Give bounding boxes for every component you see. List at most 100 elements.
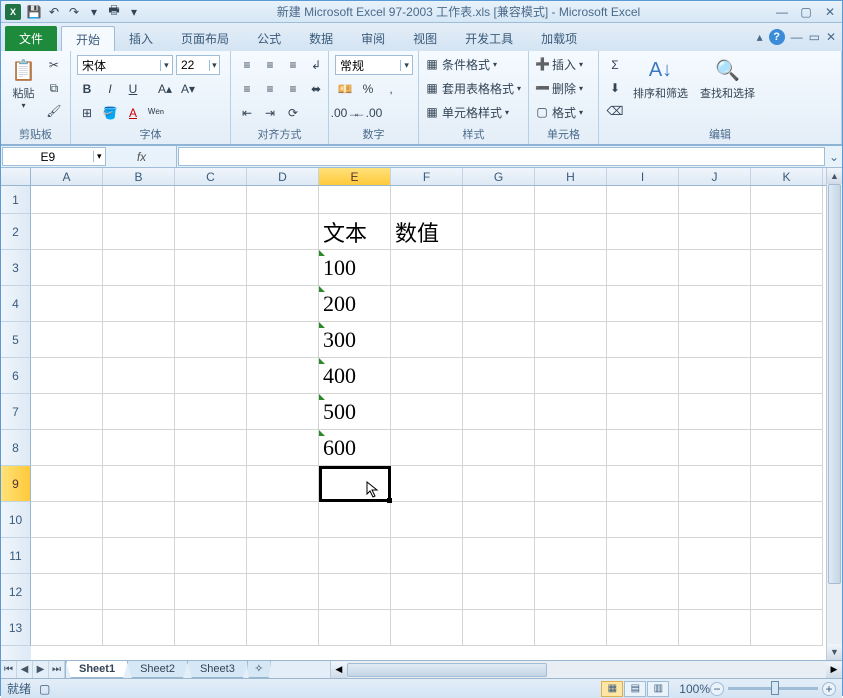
cell-C1[interactable] <box>175 186 247 214</box>
cell-C12[interactable] <box>175 574 247 610</box>
cell-D8[interactable] <box>247 430 319 466</box>
cell-B8[interactable] <box>103 430 175 466</box>
vertical-scrollbar[interactable]: ▲ ▼ <box>826 186 842 660</box>
row-header-12[interactable]: 12 <box>1 574 31 610</box>
cell-G12[interactable] <box>463 574 535 610</box>
cell-G8[interactable] <box>463 430 535 466</box>
cell-C10[interactable] <box>175 502 247 538</box>
sort-filter-button[interactable]: A↓ 排序和筛选 <box>629 55 692 103</box>
page-break-view-icon[interactable]: ▥ <box>647 681 669 697</box>
cells-area[interactable]: 600500400300200100数值文本 <box>31 186 842 660</box>
formula-input[interactable] <box>179 148 824 165</box>
cell-E6[interactable]: 400 <box>319 358 391 394</box>
tab-pagelayout[interactable]: 页面布局 <box>167 26 243 51</box>
cell-I11[interactable] <box>607 538 679 574</box>
cell-A5[interactable] <box>31 322 103 358</box>
cell-F8[interactable] <box>391 430 463 466</box>
qat-customize-icon[interactable]: ▾ <box>125 3 143 21</box>
font-color-icon[interactable]: A <box>123 103 143 123</box>
fill-color-icon[interactable]: 🪣 <box>100 103 120 123</box>
expand-formula-icon[interactable]: ⌄ <box>826 146 842 167</box>
cell-D6[interactable] <box>247 358 319 394</box>
workbook-close-icon[interactable]: ✕ <box>826 30 836 44</box>
cell-J12[interactable] <box>679 574 751 610</box>
cell-E3[interactable]: 100 <box>319 250 391 286</box>
cell-H1[interactable] <box>535 186 607 214</box>
select-all-corner[interactable] <box>1 168 31 185</box>
cell-G2[interactable] <box>463 214 535 250</box>
cell-J2[interactable] <box>679 214 751 250</box>
underline-icon[interactable]: U <box>123 79 143 99</box>
cell-A7[interactable] <box>31 394 103 430</box>
table-format-button[interactable]: ▦套用表格格式▾ <box>425 79 521 97</box>
cell-A12[interactable] <box>31 574 103 610</box>
page-layout-view-icon[interactable]: ▤ <box>624 681 646 697</box>
row-header-6[interactable]: 6 <box>1 358 31 394</box>
row-header-4[interactable]: 4 <box>1 286 31 322</box>
cell-I8[interactable] <box>607 430 679 466</box>
cell-E7[interactable]: 500 <box>319 394 391 430</box>
cell-I10[interactable] <box>607 502 679 538</box>
align-top-icon[interactable]: ≡ <box>237 55 257 75</box>
copy-icon[interactable]: ⧉ <box>44 78 64 98</box>
cell-A8[interactable] <box>31 430 103 466</box>
format-painter-icon[interactable]: 🖌 <box>44 101 64 121</box>
cell-J9[interactable] <box>679 466 751 502</box>
cell-H5[interactable] <box>535 322 607 358</box>
cell-A4[interactable] <box>31 286 103 322</box>
number-format-dropdown[interactable]: ▾ <box>335 55 413 75</box>
cell-F12[interactable] <box>391 574 463 610</box>
find-select-button[interactable]: 🔍 查找和选择 <box>696 55 759 103</box>
cell-E9[interactable] <box>319 466 391 502</box>
cell-H7[interactable] <box>535 394 607 430</box>
prev-sheet-icon[interactable]: ◀ <box>17 661 33 678</box>
cell-E11[interactable] <box>319 538 391 574</box>
cell-D10[interactable] <box>247 502 319 538</box>
chevron-down-icon[interactable]: ▾ <box>400 60 412 71</box>
close-icon[interactable]: ✕ <box>822 5 838 19</box>
cell-D1[interactable] <box>247 186 319 214</box>
column-header-G[interactable]: G <box>463 168 535 185</box>
cell-H2[interactable] <box>535 214 607 250</box>
cell-E13[interactable] <box>319 610 391 646</box>
cell-D9[interactable] <box>247 466 319 502</box>
cell-J10[interactable] <box>679 502 751 538</box>
cell-K2[interactable] <box>751 214 823 250</box>
cell-I9[interactable] <box>607 466 679 502</box>
cell-C11[interactable] <box>175 538 247 574</box>
cell-J7[interactable] <box>679 394 751 430</box>
workbook-restore-icon[interactable]: ▭ <box>809 30 820 44</box>
scroll-right-icon[interactable]: ▶ <box>826 662 842 678</box>
cell-C9[interactable] <box>175 466 247 502</box>
first-sheet-icon[interactable]: ⏮ <box>1 661 17 678</box>
scroll-left-icon[interactable]: ◀ <box>331 662 347 678</box>
cell-K13[interactable] <box>751 610 823 646</box>
cell-B13[interactable] <box>103 610 175 646</box>
zoom-thumb[interactable] <box>771 681 779 695</box>
tab-insert[interactable]: 插入 <box>115 26 167 51</box>
zoom-in-icon[interactable]: + <box>822 682 836 696</box>
cell-F3[interactable] <box>391 250 463 286</box>
cell-J11[interactable] <box>679 538 751 574</box>
cell-D3[interactable] <box>247 250 319 286</box>
workbook-minimize-icon[interactable]: — <box>791 30 803 44</box>
next-sheet-icon[interactable]: ▶ <box>33 661 49 678</box>
column-header-I[interactable]: I <box>607 168 679 185</box>
percent-icon[interactable]: % <box>358 79 378 99</box>
cell-J6[interactable] <box>679 358 751 394</box>
cell-A10[interactable] <box>31 502 103 538</box>
row-header-8[interactable]: 8 <box>1 430 31 466</box>
sheet-tab-1[interactable]: Sheet1 <box>66 661 128 678</box>
align-middle-icon[interactable]: ≡ <box>260 55 280 75</box>
cell-A2[interactable] <box>31 214 103 250</box>
borders-icon[interactable]: ⊞ <box>77 103 97 123</box>
cell-J5[interactable] <box>679 322 751 358</box>
cell-I6[interactable] <box>607 358 679 394</box>
help-icon[interactable]: ? <box>769 29 785 45</box>
cell-I5[interactable] <box>607 322 679 358</box>
sheet-tab-3[interactable]: Sheet3 <box>187 661 248 678</box>
tab-developer[interactable]: 开发工具 <box>451 26 527 51</box>
cell-G4[interactable] <box>463 286 535 322</box>
cell-C8[interactable] <box>175 430 247 466</box>
font-name-dropdown[interactable]: ▾ <box>77 55 173 75</box>
